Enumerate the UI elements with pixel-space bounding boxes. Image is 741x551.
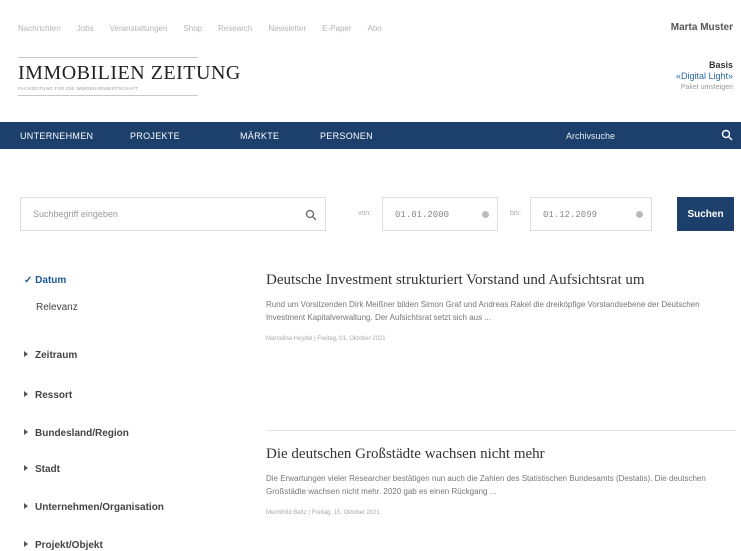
nav-item-personen[interactable]: PERSONEN [320,131,373,141]
toplink-news[interactable]: Nachrichten [18,24,61,33]
result-item: Deutsche Investment strukturiert Vorstan… [266,270,736,342]
facet-label: Zeitraum [35,350,78,361]
toplink-newsletter[interactable]: Newsletter [268,24,306,33]
result-excerpt: Rund um Vorsitzenden Dirk Meißner bilden… [266,300,700,322]
facet-label: Bundesland/Region [35,428,129,439]
facet-label: Ressort [35,390,73,401]
subscription-plan: Basis «Digital Light» Paket umsteigen [676,60,733,93]
toplink-shop[interactable]: Shop [183,24,202,33]
date-to-value: 01.12.2099 [543,210,598,220]
logo-top-rule [18,57,198,58]
search-icon[interactable] [305,208,317,226]
plan-tier-link[interactable]: «Digital Light» [676,71,733,82]
sort-options: ✓ Datum Relevanz [24,275,244,329]
facet-label: Stadt [35,464,60,475]
archive-search-link[interactable]: Archivsuche [566,131,615,141]
result-title-link[interactable]: Deutsche Investment strukturiert Vorstan… [266,270,736,290]
triangle-right-icon [24,541,28,547]
logo-bottom-rule [18,95,198,96]
search-box [20,197,326,231]
clear-date-from-icon[interactable] [482,211,489,218]
result-title-link[interactable]: Die deutschen Großstädte wachsen nicht m… [266,444,736,464]
date-to-label: bis: [510,210,521,217]
clear-date-to-icon[interactable] [636,211,643,218]
toplink-jobs[interactable]: Jobs [77,24,94,33]
plan-upgrade-link[interactable]: Paket umsteigen [676,82,733,93]
archive-search-form: von: 01.01.2000 bis: 01.12.2099 Suchen [20,197,735,233]
date-from-field[interactable]: 01.01.2000 [382,197,498,231]
facet-zeitraum[interactable]: Zeitraum [24,350,77,361]
triangle-right-icon [24,351,28,357]
user-name-link[interactable]: Marta Muster [671,22,733,33]
top-bar: Nachrichten Jobs Veranstaltungen Shop Re… [0,0,741,58]
result-meta: Marcelina Heydel | Freitag, 01. Oktober … [266,336,386,342]
nav-item-unternehmen[interactable]: UNTERNEHMEN [20,131,93,141]
facet-stadt[interactable]: Stadt [24,464,60,475]
date-from-value: 01.01.2000 [395,210,450,220]
date-from-label: von: [358,210,372,217]
search-icon[interactable] [721,128,733,146]
facet-bundesland-region[interactable]: Bundesland/Region [24,428,129,439]
result-meta: Mechthild Beltz | Freitag, 15. Oktober 2… [266,510,380,516]
triangle-right-icon [24,503,28,509]
search-input[interactable] [21,198,293,230]
toplink-research[interactable]: Research [218,24,252,33]
nav-item-maerkte[interactable]: MÄRKTE [240,131,279,141]
toplink-events[interactable]: Veranstaltungen [110,24,168,33]
result-item: Die deutschen Großstädte wachsen nicht m… [266,444,736,516]
toplink-epaper[interactable]: E-Paper [322,24,351,33]
facet-label: Projekt/Objekt [35,540,103,551]
checkmark-icon: ✓ [24,275,33,286]
facet-projekt-objekt[interactable]: Projekt/Objekt [24,540,103,551]
site-logo[interactable]: IMMOBILIEN ZEITUNG [18,62,241,85]
sort-option-relevanz[interactable]: Relevanz [24,302,244,329]
sort-option-datum-label: Datum [35,275,67,286]
date-to-field[interactable]: 01.12.2099 [530,197,652,231]
sort-option-datum[interactable]: ✓ Datum [24,275,244,302]
search-button[interactable]: Suchen [677,197,734,231]
nav-item-projekte[interactable]: PROJEKTE [130,131,180,141]
plan-name: Basis [708,60,733,70]
result-divider [266,430,736,431]
triangle-right-icon [24,429,28,435]
facet-unternehmen-organisation[interactable]: Unternehmen/Organisation [24,502,164,513]
result-excerpt: Die Erwartungen vieler Researcher bestät… [266,474,706,496]
triangle-right-icon [24,391,28,397]
top-links: Nachrichten Jobs Veranstaltungen Shop Re… [18,24,382,33]
facet-ressort[interactable]: Ressort [24,390,72,401]
logo-subtitle: FACHZEITUNG FÜR DIE IMMOBILIENWIRTSCHAFT [18,86,139,91]
facet-label: Unternehmen/Organisation [35,502,164,513]
toplink-abo[interactable]: Abo [368,24,382,33]
main-nav: UNTERNEHMEN PROJEKTE MÄRKTE PERSONEN Arc… [0,122,741,149]
triangle-right-icon [24,465,28,471]
